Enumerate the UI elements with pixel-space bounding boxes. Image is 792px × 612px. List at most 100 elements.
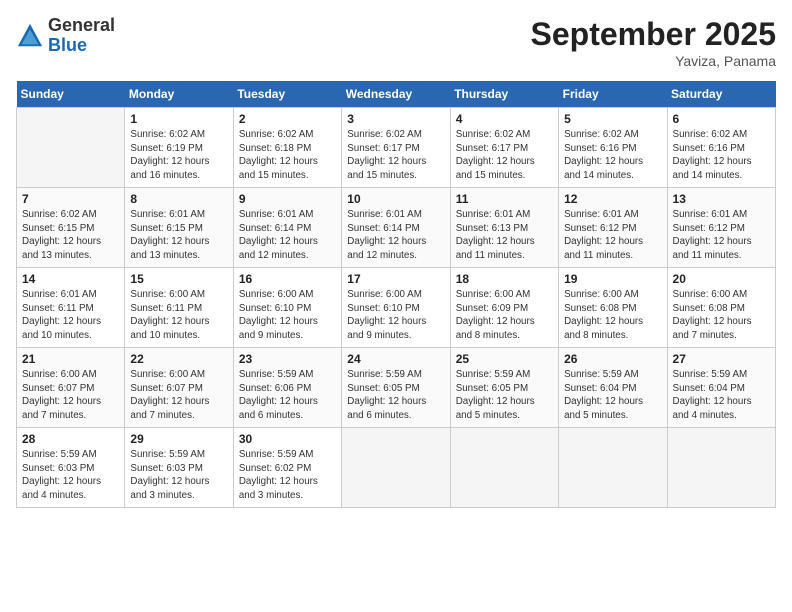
day-info: Sunrise: 6:02 AM Sunset: 6:17 PM Dayligh… xyxy=(347,128,444,183)
calendar-cell: 29 Sunrise: 5:59 AM Sunset: 6:03 PM Dayli… xyxy=(125,428,233,508)
day-number: 23 xyxy=(239,352,336,366)
column-header-thursday: Thursday xyxy=(450,81,558,108)
day-info: Sunrise: 6:01 AM Sunset: 6:14 PM Dayligh… xyxy=(239,208,336,263)
calendar-cell: 19Sunrise: 6:00 AM Sunset: 6:08 PM Dayli… xyxy=(559,268,667,348)
month-title: September 2025 xyxy=(531,16,776,53)
day-info: Sunrise: 5:59 AM Sunset: 6:05 PM Dayligh… xyxy=(347,368,444,423)
calendar-cell: 7 Sunrise: 6:02 AM Sunset: 6:15 PM Daylig… xyxy=(17,188,125,268)
logo-text: General Blue xyxy=(48,16,115,56)
day-number: 20 xyxy=(673,272,770,286)
calendar-cell: 26Sunrise: 5:59 AM Sunset: 6:04 PM Dayli… xyxy=(559,348,667,428)
day-number: 18 xyxy=(456,272,553,286)
day-info: Sunrise: 6:00 AM Sunset: 6:07 PM Dayligh… xyxy=(22,368,119,423)
calendar-cell: 25 Sunrise: 5:59 AM Sunset: 6:05 PM Dayli… xyxy=(450,348,558,428)
calendar-cell: 6 Sunrise: 6:02 AM Sunset: 6:16 PM Daylig… xyxy=(667,108,775,188)
calendar-cell: 20 Sunrise: 6:00 AM Sunset: 6:08 PM Dayli… xyxy=(667,268,775,348)
day-info: Sunrise: 6:00 AM Sunset: 6:10 PM Dayligh… xyxy=(239,288,336,343)
calendar-cell: 18 Sunrise: 6:00 AM Sunset: 6:09 PM Dayli… xyxy=(450,268,558,348)
day-number: 27 xyxy=(673,352,770,366)
day-info: Sunrise: 5:59 AM Sunset: 6:02 PM Dayligh… xyxy=(239,448,336,503)
logo-icon xyxy=(16,22,44,50)
day-info: Sunrise: 6:01 AM Sunset: 6:15 PM Dayligh… xyxy=(130,208,227,263)
calendar-cell xyxy=(450,428,558,508)
day-number: 17 xyxy=(347,272,444,286)
calendar-cell: 3 Sunrise: 6:02 AM Sunset: 6:17 PM Daylig… xyxy=(342,108,450,188)
calendar-cell: 28 Sunrise: 5:59 AM Sunset: 6:03 PM Dayli… xyxy=(17,428,125,508)
calendar-cell: 17Sunrise: 6:00 AM Sunset: 6:10 PM Dayli… xyxy=(342,268,450,348)
day-number: 28 xyxy=(22,432,119,446)
column-header-monday: Monday xyxy=(125,81,233,108)
column-header-wednesday: Wednesday xyxy=(342,81,450,108)
day-info: Sunrise: 6:02 AM Sunset: 6:19 PM Dayligh… xyxy=(130,128,227,183)
calendar-cell: 23Sunrise: 5:59 AM Sunset: 6:06 PM Dayli… xyxy=(233,348,341,428)
day-number: 30 xyxy=(239,432,336,446)
calendar-header-row: SundayMondayTuesdayWednesdayThursdayFrid… xyxy=(17,81,776,108)
day-number: 7 xyxy=(22,192,119,206)
day-number: 24 xyxy=(347,352,444,366)
day-info: Sunrise: 6:02 AM Sunset: 6:17 PM Dayligh… xyxy=(456,128,553,183)
column-header-tuesday: Tuesday xyxy=(233,81,341,108)
day-number: 10 xyxy=(347,192,444,206)
day-number: 26 xyxy=(564,352,661,366)
calendar-cell: 2Sunrise: 6:02 AM Sunset: 6:18 PM Daylig… xyxy=(233,108,341,188)
calendar-cell: 8 Sunrise: 6:01 AM Sunset: 6:15 PM Daylig… xyxy=(125,188,233,268)
day-info: Sunrise: 5:59 AM Sunset: 6:03 PM Dayligh… xyxy=(130,448,227,503)
calendar-cell xyxy=(559,428,667,508)
calendar-cell: 1 Sunrise: 6:02 AM Sunset: 6:19 PM Daylig… xyxy=(125,108,233,188)
day-number: 14 xyxy=(22,272,119,286)
day-info: Sunrise: 6:01 AM Sunset: 6:13 PM Dayligh… xyxy=(456,208,553,263)
day-number: 5 xyxy=(564,112,661,126)
logo: General Blue xyxy=(16,16,115,56)
day-info: Sunrise: 6:01 AM Sunset: 6:12 PM Dayligh… xyxy=(564,208,661,263)
calendar-table: SundayMondayTuesdayWednesdayThursdayFrid… xyxy=(16,81,776,508)
calendar-cell: 12Sunrise: 6:01 AM Sunset: 6:12 PM Dayli… xyxy=(559,188,667,268)
day-number: 3 xyxy=(347,112,444,126)
day-number: 1 xyxy=(130,112,227,126)
day-info: Sunrise: 6:00 AM Sunset: 6:11 PM Dayligh… xyxy=(130,288,227,343)
calendar-cell: 11 Sunrise: 6:01 AM Sunset: 6:13 PM Dayli… xyxy=(450,188,558,268)
day-number: 25 xyxy=(456,352,553,366)
calendar-cell: 10 Sunrise: 6:01 AM Sunset: 6:14 PM Dayli… xyxy=(342,188,450,268)
title-block: September 2025 Yaviza, Panama xyxy=(531,16,776,69)
day-info: Sunrise: 5:59 AM Sunset: 6:04 PM Dayligh… xyxy=(673,368,770,423)
day-info: Sunrise: 5:59 AM Sunset: 6:03 PM Dayligh… xyxy=(22,448,119,503)
day-info: Sunrise: 6:00 AM Sunset: 6:08 PM Dayligh… xyxy=(673,288,770,343)
calendar-cell: 9Sunrise: 6:01 AM Sunset: 6:14 PM Daylig… xyxy=(233,188,341,268)
day-info: Sunrise: 5:59 AM Sunset: 6:05 PM Dayligh… xyxy=(456,368,553,423)
day-info: Sunrise: 6:00 AM Sunset: 6:09 PM Dayligh… xyxy=(456,288,553,343)
calendar-cell: 5 Sunrise: 6:02 AM Sunset: 6:16 PM Daylig… xyxy=(559,108,667,188)
day-number: 11 xyxy=(456,192,553,206)
day-number: 15 xyxy=(130,272,227,286)
day-number: 6 xyxy=(673,112,770,126)
day-info: Sunrise: 6:01 AM Sunset: 6:14 PM Dayligh… xyxy=(347,208,444,263)
calendar-cell xyxy=(17,108,125,188)
calendar-cell: 30 Sunrise: 5:59 AM Sunset: 6:02 PM Dayli… xyxy=(233,428,341,508)
calendar-cell: 21 Sunrise: 6:00 AM Sunset: 6:07 PM Dayli… xyxy=(17,348,125,428)
day-info: Sunrise: 6:00 AM Sunset: 6:07 PM Dayligh… xyxy=(130,368,227,423)
calendar-cell xyxy=(342,428,450,508)
column-header-friday: Friday xyxy=(559,81,667,108)
column-header-saturday: Saturday xyxy=(667,81,775,108)
day-number: 8 xyxy=(130,192,227,206)
day-info: Sunrise: 6:02 AM Sunset: 6:16 PM Dayligh… xyxy=(673,128,770,183)
day-info: Sunrise: 6:01 AM Sunset: 6:12 PM Dayligh… xyxy=(673,208,770,263)
day-info: Sunrise: 6:02 AM Sunset: 6:15 PM Dayligh… xyxy=(22,208,119,263)
calendar-cell: 24 Sunrise: 5:59 AM Sunset: 6:05 PM Dayli… xyxy=(342,348,450,428)
calendar-cell: 27 Sunrise: 5:59 AM Sunset: 6:04 PM Dayli… xyxy=(667,348,775,428)
day-number: 21 xyxy=(22,352,119,366)
calendar-cell: 15 Sunrise: 6:00 AM Sunset: 6:11 PM Dayli… xyxy=(125,268,233,348)
logo-general: General xyxy=(48,15,115,35)
day-number: 2 xyxy=(239,112,336,126)
calendar-cell xyxy=(667,428,775,508)
logo-blue: Blue xyxy=(48,35,87,55)
calendar-cell: 22Sunrise: 6:00 AM Sunset: 6:07 PM Dayli… xyxy=(125,348,233,428)
day-info: Sunrise: 6:02 AM Sunset: 6:16 PM Dayligh… xyxy=(564,128,661,183)
calendar-cell: 4 Sunrise: 6:02 AM Sunset: 6:17 PM Daylig… xyxy=(450,108,558,188)
day-number: 29 xyxy=(130,432,227,446)
day-info: Sunrise: 6:01 AM Sunset: 6:11 PM Dayligh… xyxy=(22,288,119,343)
column-header-sunday: Sunday xyxy=(17,81,125,108)
calendar-cell: 13 Sunrise: 6:01 AM Sunset: 6:12 PM Dayli… xyxy=(667,188,775,268)
day-number: 13 xyxy=(673,192,770,206)
page-header: General Blue September 2025 Yaviza, Pana… xyxy=(16,16,776,69)
day-number: 4 xyxy=(456,112,553,126)
